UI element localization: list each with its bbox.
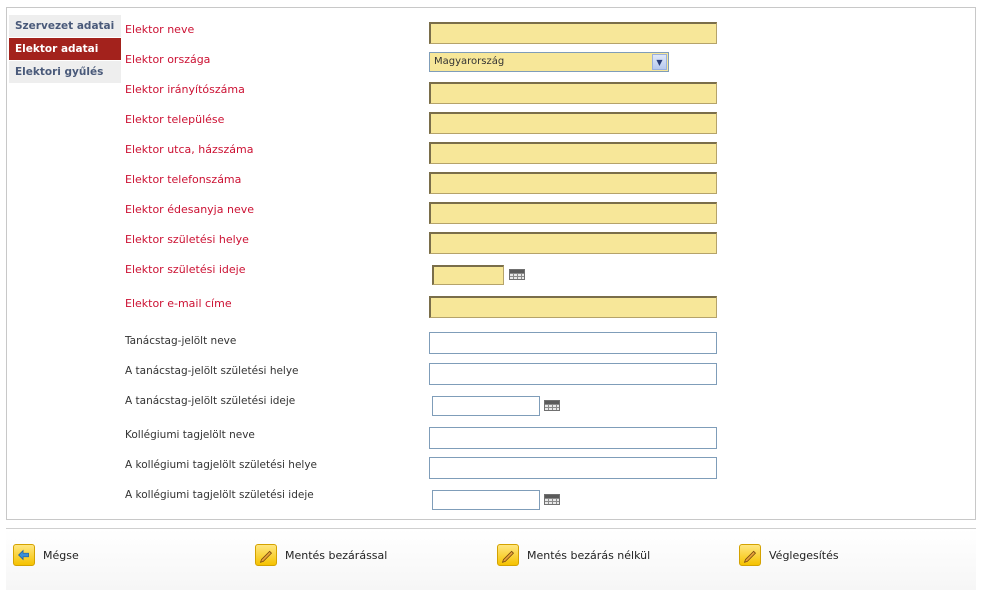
council-birthplace-label: A tanácstag-jelölt születési helye	[125, 365, 299, 377]
college-name-label: Kollégiumi tagjelölt neve	[125, 429, 255, 441]
cancel-button[interactable]: Mégse	[13, 543, 79, 567]
council-name-label: Tanácstag-jelölt neve	[125, 335, 237, 347]
sidebar-item-assembly[interactable]: Elektori gyűlés	[9, 61, 121, 83]
college-birthplace-label: A kollégiumi tagjelölt születési helye	[125, 459, 317, 471]
chevron-down-icon[interactable]: ▼	[652, 54, 667, 70]
college-birthdate-label: A kollégiumi tagjelölt születési ideje	[125, 489, 314, 501]
sidebar-nav: Szervezet adatai Elektor adatai Elektori…	[9, 15, 121, 84]
college-birthdate-input[interactable]	[432, 490, 540, 510]
elector-birthplace-label: Elektor születési helye	[125, 233, 249, 246]
elector-birthdate-label: Elektor születési ideje	[125, 263, 246, 276]
elector-mother-label: Elektor édesanyja neve	[125, 203, 254, 216]
action-bar: Mégse Mentés bezárással Mentés bezárás n…	[6, 528, 976, 590]
elector-mother-input[interactable]	[429, 202, 717, 224]
save-noclose-button[interactable]: Mentés bezárás nélkül	[497, 543, 650, 567]
college-name-input[interactable]	[429, 427, 717, 449]
sidebar-item-elector[interactable]: Elektor adatai	[9, 38, 121, 60]
pencil-icon	[497, 544, 519, 566]
pencil-icon	[739, 544, 761, 566]
back-arrow-icon	[13, 544, 35, 566]
calendar-icon[interactable]	[544, 400, 560, 411]
pencil-icon	[255, 544, 277, 566]
council-birthdate-input[interactable]	[432, 396, 540, 416]
save-noclose-label: Mentés bezárás nélkül	[527, 548, 651, 562]
elector-city-label: Elektor települése	[125, 113, 225, 126]
college-birthplace-input[interactable]	[429, 457, 717, 479]
elector-name-input[interactable]	[429, 22, 717, 44]
save-close-label: Mentés bezárással	[285, 548, 388, 562]
elector-street-label: Elektor utca, házszáma	[125, 143, 254, 156]
elector-city-input[interactable]	[429, 112, 717, 134]
calendar-icon[interactable]	[509, 269, 525, 280]
council-name-input[interactable]	[429, 332, 717, 354]
elector-email-label: Elektor e-mail címe	[125, 297, 232, 310]
save-close-button[interactable]: Mentés bezárással	[255, 543, 387, 567]
elector-email-input[interactable]	[429, 296, 717, 318]
elector-phone-label: Elektor telefonszáma	[125, 173, 242, 186]
elector-country-value: Magyarország	[434, 56, 505, 67]
elector-birthplace-input[interactable]	[429, 232, 717, 254]
finalize-label: Véglegesítés	[769, 548, 839, 562]
calendar-icon[interactable]	[544, 494, 560, 505]
elector-country-label: Elektor országa	[125, 53, 211, 66]
council-birthplace-input[interactable]	[429, 363, 717, 385]
elector-zip-input[interactable]	[429, 82, 717, 104]
cancel-label: Mégse	[43, 548, 79, 562]
council-birthdate-label: A tanácstag-jelölt születési ideje	[125, 395, 296, 407]
elector-street-input[interactable]	[429, 142, 717, 164]
elector-zip-label: Elektor irányítószáma	[125, 83, 245, 96]
elector-country-select[interactable]: Magyarország ▼	[429, 52, 669, 72]
elector-phone-input[interactable]	[429, 172, 717, 194]
elector-name-label: Elektor neve	[125, 23, 195, 36]
sidebar-item-organization[interactable]: Szervezet adatai	[9, 15, 121, 37]
elector-birthdate-input[interactable]	[432, 265, 504, 285]
finalize-button[interactable]: Véglegesítés	[739, 543, 839, 567]
form-panel: Szervezet adatai Elektor adatai Elektori…	[6, 7, 976, 520]
